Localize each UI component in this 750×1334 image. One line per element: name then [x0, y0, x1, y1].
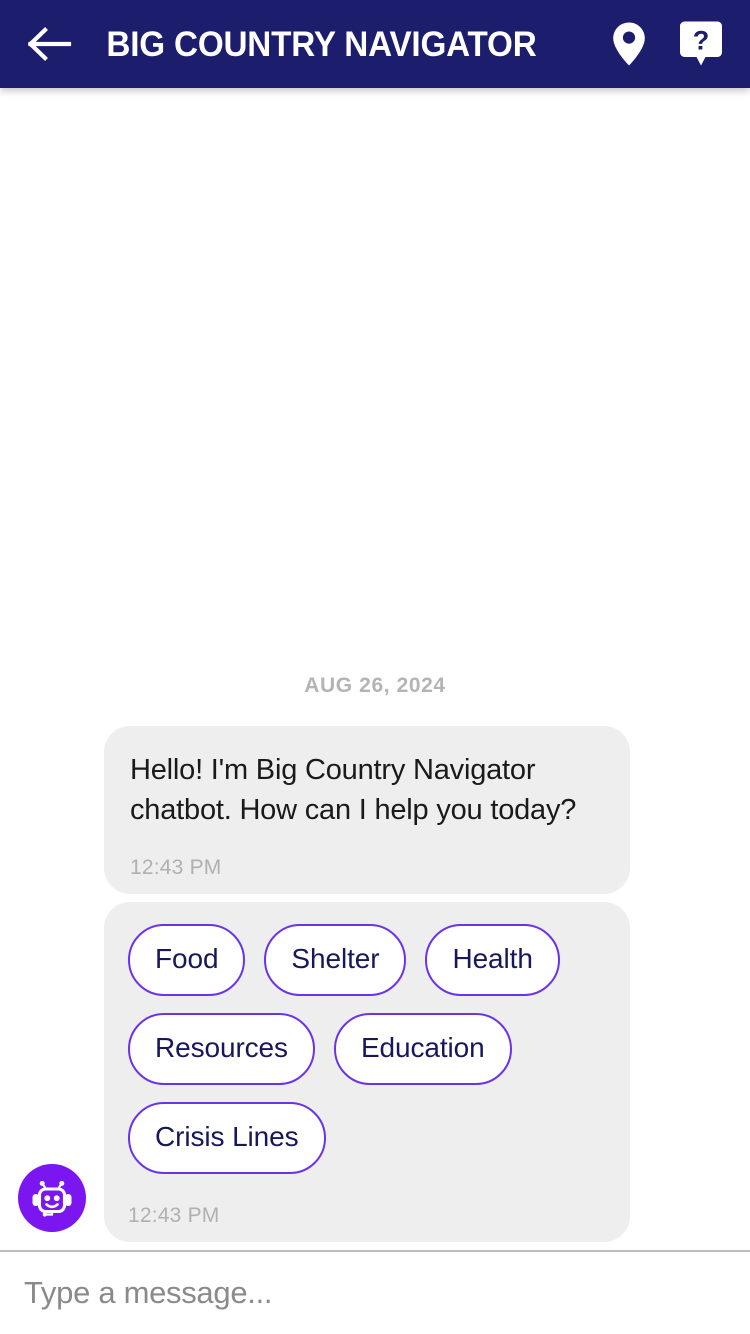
quick-reply-list: Food Shelter Health Resources Education … — [128, 924, 606, 1174]
message-composer — [0, 1250, 750, 1334]
chat-content: AUG 26, 2024 Hello! I'm Big Country Navi… — [0, 664, 750, 1250]
quick-reply-health[interactable]: Health — [425, 924, 560, 996]
quick-reply-shelter[interactable]: Shelter — [264, 924, 407, 996]
message-input[interactable] — [24, 1275, 726, 1311]
message-bubble-greeting: Hello! I'm Big Country Navigator chatbot… — [104, 725, 630, 894]
map-pin-icon — [612, 21, 646, 67]
message-timestamp: 12:43 PM — [130, 856, 222, 879]
message-text: Hello! I'm Big Country Navigator chatbot… — [130, 753, 577, 826]
app-header: BIG COUNTRY NAVIGATOR ? — [0, 0, 750, 88]
quick-reply-education[interactable]: Education — [333, 1013, 512, 1085]
chat-app: BIG COUNTRY NAVIGATOR ? AUG 26, 2024 Hel… — [0, 0, 750, 1334]
chat-message-list[interactable]: AUG 26, 2024 Hello! I'm Big Country Navi… — [0, 88, 750, 1250]
location-button[interactable] — [606, 18, 652, 70]
back-button[interactable] — [24, 18, 76, 70]
bot-message-group: Hello! I'm Big Country Navigator chatbot… — [0, 725, 750, 1242]
quick-reply-food[interactable]: Food — [128, 924, 246, 996]
robot-avatar-icon — [27, 1173, 77, 1223]
quick-reply-resources[interactable]: Resources — [128, 1013, 315, 1085]
header-actions: ? — [606, 18, 732, 70]
page-title: BIG COUNTRY NAVIGATOR — [106, 24, 537, 64]
arrow-left-icon — [28, 27, 72, 61]
svg-text:?: ? — [693, 26, 710, 56]
help-button[interactable]: ? — [678, 18, 724, 70]
message-bubble-quick-replies: Food Shelter Health Resources Education … — [104, 902, 630, 1242]
date-separator: AUG 26, 2024 — [304, 673, 446, 697]
help-question-bubble-icon: ? — [679, 20, 723, 68]
message-timestamp: 12:43 PM — [128, 1204, 220, 1227]
quick-reply-crisis-lines[interactable]: Crisis Lines — [128, 1102, 326, 1174]
avatar — [18, 1164, 86, 1232]
